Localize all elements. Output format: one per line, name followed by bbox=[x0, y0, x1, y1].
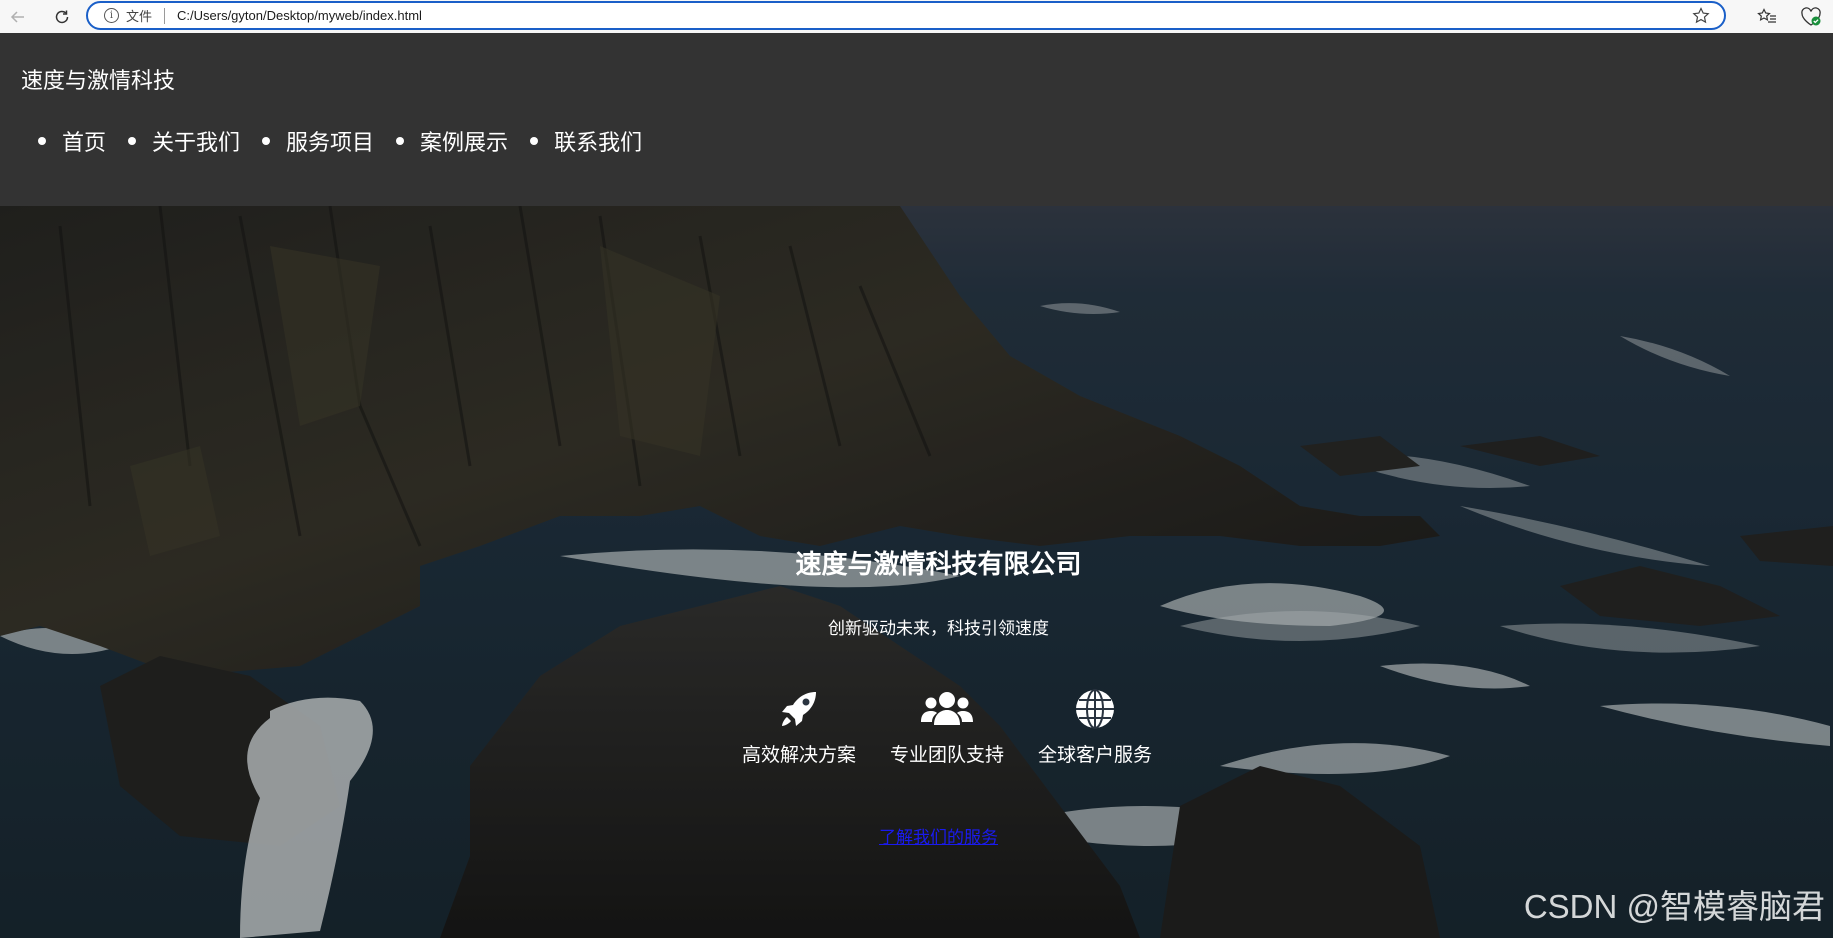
nav-item-about[interactable]: 关于我们 bbox=[128, 125, 240, 157]
nav-item-home[interactable]: 首页 bbox=[37, 125, 106, 157]
feature-label: 全球客户服务 bbox=[1037, 744, 1152, 766]
favorite-button[interactable] bbox=[1692, 7, 1710, 29]
watermark: CSDN @智模睿脑君 bbox=[1523, 888, 1825, 925]
nav-item-cases[interactable]: 案例展示 bbox=[396, 125, 508, 157]
nav-link-cases[interactable]: 案例展示 bbox=[420, 131, 508, 156]
reload-button[interactable] bbox=[48, 3, 76, 31]
address-bar[interactable]: i 文件 C:/Users/gyton/Desktop/myweb/index.… bbox=[86, 1, 1726, 30]
favorites-list-icon bbox=[1757, 7, 1776, 23]
hero-content: 速度与激情科技有限公司 创新驱动未来，科技引领速度 高效解决方案 专业团队支持 … bbox=[0, 206, 1833, 938]
learn-services-link[interactable]: 了解我们的服务 bbox=[0, 823, 1833, 848]
site-info-button[interactable]: i 文件 bbox=[104, 6, 152, 25]
main-nav: 首页 关于我们 服务项目 案例展示 联系我们 bbox=[0, 125, 666, 157]
heart-pulse-icon bbox=[1801, 6, 1821, 26]
feature-label: 专业团队支持 bbox=[889, 744, 1004, 766]
reload-icon bbox=[55, 10, 69, 23]
feature-label: 高效解决方案 bbox=[741, 744, 856, 766]
feature-item: 高效解决方案 bbox=[725, 686, 873, 767]
browser-toolbar: i 文件 C:/Users/gyton/Desktop/myweb/index.… bbox=[0, 0, 1833, 33]
nav-link-home[interactable]: 首页 bbox=[62, 131, 106, 156]
users-icon bbox=[921, 692, 973, 725]
feature-item: 专业团队支持 bbox=[873, 686, 1021, 767]
hero-subtitle: 创新驱动未来，科技引领速度 bbox=[828, 619, 1049, 639]
nav-link-services[interactable]: 服务项目 bbox=[286, 131, 374, 156]
site-info-label: 文件 bbox=[126, 10, 153, 25]
address-separator bbox=[164, 7, 166, 24]
back-button[interactable] bbox=[4, 3, 32, 31]
feature-item: 全球客户服务 bbox=[1021, 686, 1169, 767]
hero-section: 速度与激情科技有限公司 创新驱动未来，科技引领速度 高效解决方案 专业团队支持 … bbox=[0, 206, 1833, 938]
info-icon: i bbox=[104, 8, 119, 23]
favorites-button[interactable] bbox=[1745, 0, 1789, 33]
star-icon bbox=[1692, 7, 1710, 24]
url-text[interactable]: C:/Users/gyton/Desktop/myweb/index.html bbox=[177, 8, 422, 23]
site-header: 速度与激情科技 首页 关于我们 服务项目 案例展示 联系我们 bbox=[0, 33, 1833, 206]
nav-link-contact[interactable]: 联系我们 bbox=[554, 131, 642, 156]
browser-essentials-button[interactable] bbox=[1789, 0, 1833, 33]
nav-item-contact[interactable]: 联系我们 bbox=[530, 125, 642, 157]
back-arrow-icon bbox=[10, 10, 24, 23]
feature-list: 高效解决方案 专业团队支持 全球客户服务 bbox=[725, 686, 1169, 767]
site-logo[interactable]: 速度与激情科技 bbox=[21, 63, 175, 95]
nav-item-services[interactable]: 服务项目 bbox=[262, 125, 374, 157]
globe-icon bbox=[1076, 689, 1114, 729]
rocket-icon bbox=[782, 692, 816, 726]
nav-link-about[interactable]: 关于我们 bbox=[152, 131, 240, 156]
hero-title: 速度与激情科技有限公司 bbox=[795, 550, 1082, 580]
